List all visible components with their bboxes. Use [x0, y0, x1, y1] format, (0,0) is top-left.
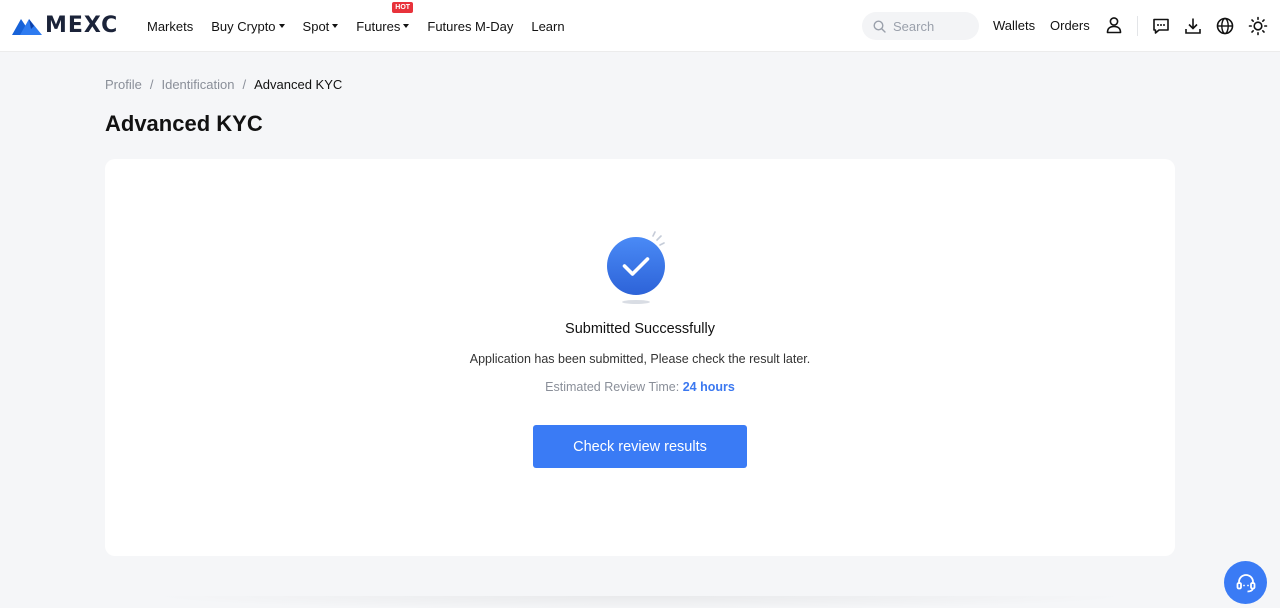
wallets-link[interactable]: Wallets	[993, 18, 1035, 33]
customer-support-button[interactable]	[1224, 561, 1267, 604]
caret-down-icon	[403, 24, 410, 28]
nav-futures-m-day[interactable]: Futures M-Day	[427, 19, 513, 34]
breadcrumb-separator: /	[149, 77, 154, 92]
nav-futures[interactable]: Futures HOT	[356, 1, 414, 34]
nav-label: Futures	[356, 18, 401, 34]
footer-shadow	[140, 596, 1140, 608]
breadcrumb-advanced-kyc: Advanced KYC	[254, 77, 343, 92]
nav-learn[interactable]: Learn	[531, 19, 564, 34]
breadcrumb-separator: /	[242, 77, 247, 92]
status-card: Submitted Successfully Application has b…	[105, 159, 1175, 556]
caret-down-icon	[278, 24, 285, 28]
orders-link[interactable]: Orders	[1050, 18, 1090, 33]
breadcrumb-profile[interactable]: Profile	[105, 77, 142, 92]
check-review-results-button[interactable]: Check review results	[533, 425, 747, 468]
header-divider	[1137, 16, 1138, 36]
nav-label: Spot	[302, 18, 330, 34]
top-navbar: MEXC Markets Buy Crypto Spot Futures HOT…	[0, 0, 1280, 52]
breadcrumb-identification[interactable]: Identification	[161, 77, 234, 92]
nav-label: Buy Crypto	[211, 18, 276, 34]
brand-logo[interactable]: MEXC	[12, 14, 118, 38]
brand-name: MEXC	[45, 13, 119, 38]
status-description: Application has been submitted, Please c…	[469, 352, 811, 366]
headset-icon	[1236, 573, 1255, 592]
breadcrumb: Profile / Identification / Advanced KYC	[105, 77, 342, 92]
globe-icon[interactable]	[1215, 16, 1235, 36]
nav-label: Futures M-Day	[427, 18, 514, 34]
hot-badge: HOT	[392, 1, 414, 13]
mexc-logo-icon	[12, 19, 42, 35]
nav-label: Markets	[147, 18, 194, 34]
nav-spot[interactable]: Spot	[303, 19, 339, 34]
review-time-value: 24 hours	[682, 380, 735, 394]
nav-buy-crypto[interactable]: Buy Crypto	[211, 18, 285, 34]
theme-sun-icon[interactable]	[1248, 16, 1268, 36]
nav-label: Learn	[531, 18, 565, 34]
status-title: Submitted Successfully	[565, 321, 715, 337]
success-check-icon	[607, 231, 665, 304]
page-title: Advanced KYC	[105, 111, 263, 136]
review-time-label: Estimated Review Time:	[545, 380, 680, 394]
main-nav: Markets Buy Crypto Spot Futures HOT Futu…	[147, 0, 583, 52]
nav-markets[interactable]: Markets	[147, 19, 193, 34]
search-box[interactable]	[862, 12, 979, 40]
user-icon[interactable]	[1104, 15, 1124, 35]
review-time: Estimated Review Time: 24 hours	[105, 380, 1175, 394]
chat-icon[interactable]	[1151, 16, 1171, 36]
search-icon	[873, 19, 886, 33]
caret-down-icon	[332, 24, 339, 28]
search-input[interactable]	[893, 18, 969, 34]
download-icon[interactable]	[1183, 16, 1203, 36]
